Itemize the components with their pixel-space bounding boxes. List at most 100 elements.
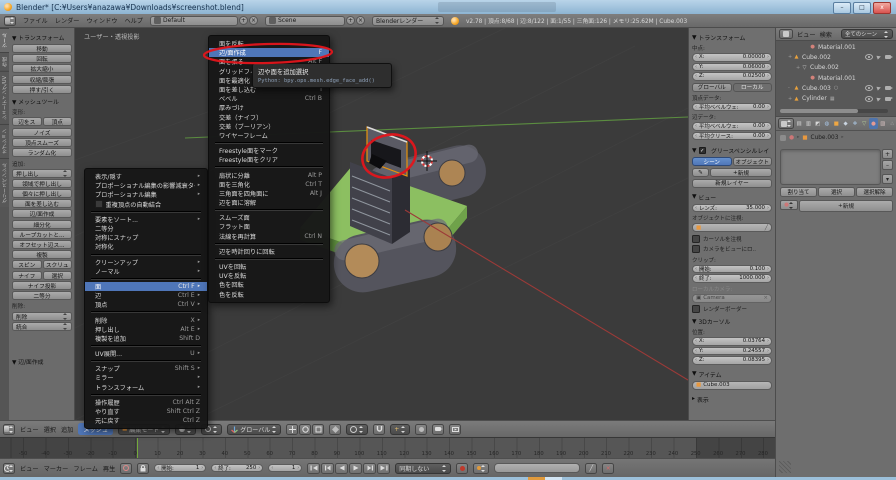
render-layers-tab[interactable]: ▥ [804, 118, 812, 129]
outliner-row[interactable]: ●Material.001 [776, 73, 896, 83]
menu-item[interactable]: 削除X▸ [85, 315, 207, 324]
menu-item-active[interactable]: 面Ctrl F▸ [85, 282, 207, 291]
menu-help[interactable]: ヘルプ [124, 16, 143, 25]
eyedropper-icon[interactable]: ╱ [765, 225, 768, 231]
keying-set-dropdown[interactable] [473, 463, 489, 474]
menu-item[interactable]: Freestyle面をクリア [209, 155, 329, 164]
menu-item[interactable]: 二等分 [85, 224, 207, 233]
slot-specials-button[interactable]: ▾ [882, 174, 893, 184]
gpencil-scene-toggle[interactable]: シーン [692, 157, 732, 166]
outliner-menu-view[interactable]: ビュー [797, 30, 816, 39]
visibility-eye-icon[interactable] [865, 96, 873, 102]
view3d-menu-view[interactable]: ビュー [20, 425, 39, 434]
menu-item[interactable]: 複製を追加Shift D [85, 334, 207, 343]
panel-header-3d-cursor[interactable]: ▼ 3Dカーソル [692, 317, 772, 326]
shelf-button[interactable]: 押す/引く [12, 85, 72, 94]
frame-start-field[interactable]: ‹開始:1› [154, 464, 206, 473]
menu-item[interactable]: Freestyle面をマーク [209, 146, 329, 155]
shelf-button[interactable]: オフセット辺ス... [12, 240, 72, 249]
selectability-cursor-icon[interactable] [876, 96, 881, 101]
screen-layout-selector[interactable]: Default [150, 16, 238, 26]
menu-item[interactable]: スナップShift S▸ [85, 364, 207, 373]
median-y-slider[interactable]: ‹Y:0.06000› [692, 63, 772, 72]
cursor-x-slider[interactable]: ‹X:0.03764› [692, 337, 772, 346]
region-resize-grip[interactable] [779, 461, 791, 473]
menu-item[interactable]: 辺を時計回りに回転 [209, 247, 329, 256]
shelf-button[interactable]: 選択 [43, 271, 73, 280]
menu-item[interactable]: プロポーショナル編集▸ [85, 190, 207, 199]
window-titlebar[interactable]: Blender* [C:¥Users¥anazawa¥Downloads¥scr… [0, 0, 896, 14]
menu-item[interactable]: 色を反転 [209, 290, 329, 299]
pin-icon[interactable] [780, 135, 786, 141]
material-slot-list[interactable] [780, 149, 881, 185]
menu-item[interactable]: 操作履歴Ctrl Alt Z [85, 398, 207, 407]
object-tab[interactable]: ■ [832, 118, 840, 129]
new-layer-button[interactable]: 新規レイヤー [692, 179, 772, 188]
shelf-button[interactable]: 拡大縮小 [12, 64, 72, 73]
material-new-button[interactable]: + 新規 [799, 200, 893, 212]
tool-shelf-tab[interactable]: グリースペンシル [0, 158, 9, 207]
delete-scene-button[interactable]: × [356, 16, 365, 25]
transform-orientation-selector[interactable]: グローバル [227, 424, 281, 435]
insert-keyframe-button[interactable]: ╱ [585, 463, 597, 474]
menu-item[interactable]: 面を反転 [209, 39, 329, 48]
material-browse-button[interactable]: ● [780, 200, 798, 210]
renderability-camera-icon[interactable] [885, 55, 891, 59]
menu-item[interactable]: トランスフォーム▸ [85, 383, 207, 392]
shelf-button[interactable]: 複製 [12, 250, 72, 259]
checkbox-icon[interactable] [95, 200, 103, 208]
lock-cursor-row[interactable]: カーソルを注視 [692, 235, 772, 243]
shelf-panel-header[interactable]: ▼ メッシュツール [12, 97, 72, 106]
shelf-button[interactable]: 辺をス [12, 117, 42, 126]
menu-item[interactable]: 色を回転 [209, 280, 329, 289]
modifiers-tab[interactable]: ✚ [851, 118, 859, 129]
shelf-button[interactable]: ループカットと... [12, 230, 72, 239]
crease-slider[interactable]: ‹平均クリース:0.00› [692, 132, 772, 141]
sync-mode-dropdown[interactable]: 同期しない [395, 463, 451, 474]
menu-item[interactable]: 重複頂点の自動結合 [85, 200, 207, 209]
manipulator-scale-toggle[interactable] [312, 424, 324, 435]
tool-shelf-tab[interactable]: オプション [0, 124, 9, 158]
snap-target-button[interactable] [415, 424, 427, 435]
shelf-menu-button[interactable]: 押し出し [12, 169, 72, 178]
shelf-button[interactable]: ナイフ [12, 271, 42, 280]
menu-render[interactable]: レンダー [55, 16, 80, 25]
view3d-editor-type-button[interactable] [3, 424, 15, 435]
selectability-cursor-icon[interactable] [876, 55, 881, 60]
menu-item[interactable]: スムーズ面 [209, 213, 329, 222]
panel-header-display[interactable]: ▸ 表示 [692, 395, 772, 404]
renderability-camera-icon[interactable] [885, 86, 891, 90]
outliner-row[interactable]: +▽Cube.002 [776, 63, 896, 73]
assign-button[interactable]: 割り当て [780, 187, 817, 197]
snap-magnet-toggle[interactable] [373, 424, 385, 435]
visibility-eye-icon[interactable] [865, 85, 873, 91]
delete-layout-button[interactable]: × [249, 16, 258, 25]
jump-to-start-button[interactable] [307, 463, 320, 474]
menu-item[interactable]: 三角面を四角面にAlt J [209, 189, 329, 198]
shelf-button[interactable]: 二等分 [12, 291, 72, 300]
outliner-h-scrollbar[interactable] [780, 109, 888, 113]
local-camera-field[interactable]: ▣Camera× [692, 294, 772, 303]
renderability-camera-icon[interactable] [885, 97, 891, 101]
particles-tab[interactable]: ∴ [888, 118, 896, 129]
gpencil-object-toggle[interactable]: オブジェクト [733, 157, 773, 166]
menu-item[interactable]: 元に戻すCtrl Z [85, 416, 207, 425]
shelf-button[interactable]: 細分化 [12, 220, 72, 229]
median-x-slider[interactable]: ‹X:0.00000› [692, 53, 772, 62]
menu-item[interactable]: 対称にスナップ [85, 233, 207, 242]
scene-tab[interactable]: ◩ [814, 118, 822, 129]
tool-shelf-tab[interactable]: 作成 [0, 52, 9, 71]
shelf-button[interactable]: ノイズ [12, 128, 72, 137]
timeline-menu-playback[interactable]: 再生 [103, 464, 115, 473]
outliner-row[interactable]: +▲Cylinder▦ [776, 93, 896, 103]
cursor-z-slider[interactable]: ‹Z:0.08395› [692, 356, 772, 365]
outliner-row[interactable]: ●Material.001 [776, 42, 896, 52]
shelf-button[interactable]: 頂点スムーズ [12, 138, 72, 147]
active-keying-set-field[interactable] [494, 463, 580, 473]
menu-item[interactable]: ワイヤーフレーム [209, 131, 329, 140]
properties-editor-type-button[interactable] [778, 118, 794, 129]
remove-slot-button[interactable]: – [882, 160, 893, 170]
menu-file[interactable]: ファイル [23, 16, 48, 25]
shelf-panel-header[interactable]: ▼ 辺/面作成 [12, 357, 72, 366]
material-sphere-icon[interactable]: ● [789, 135, 794, 141]
